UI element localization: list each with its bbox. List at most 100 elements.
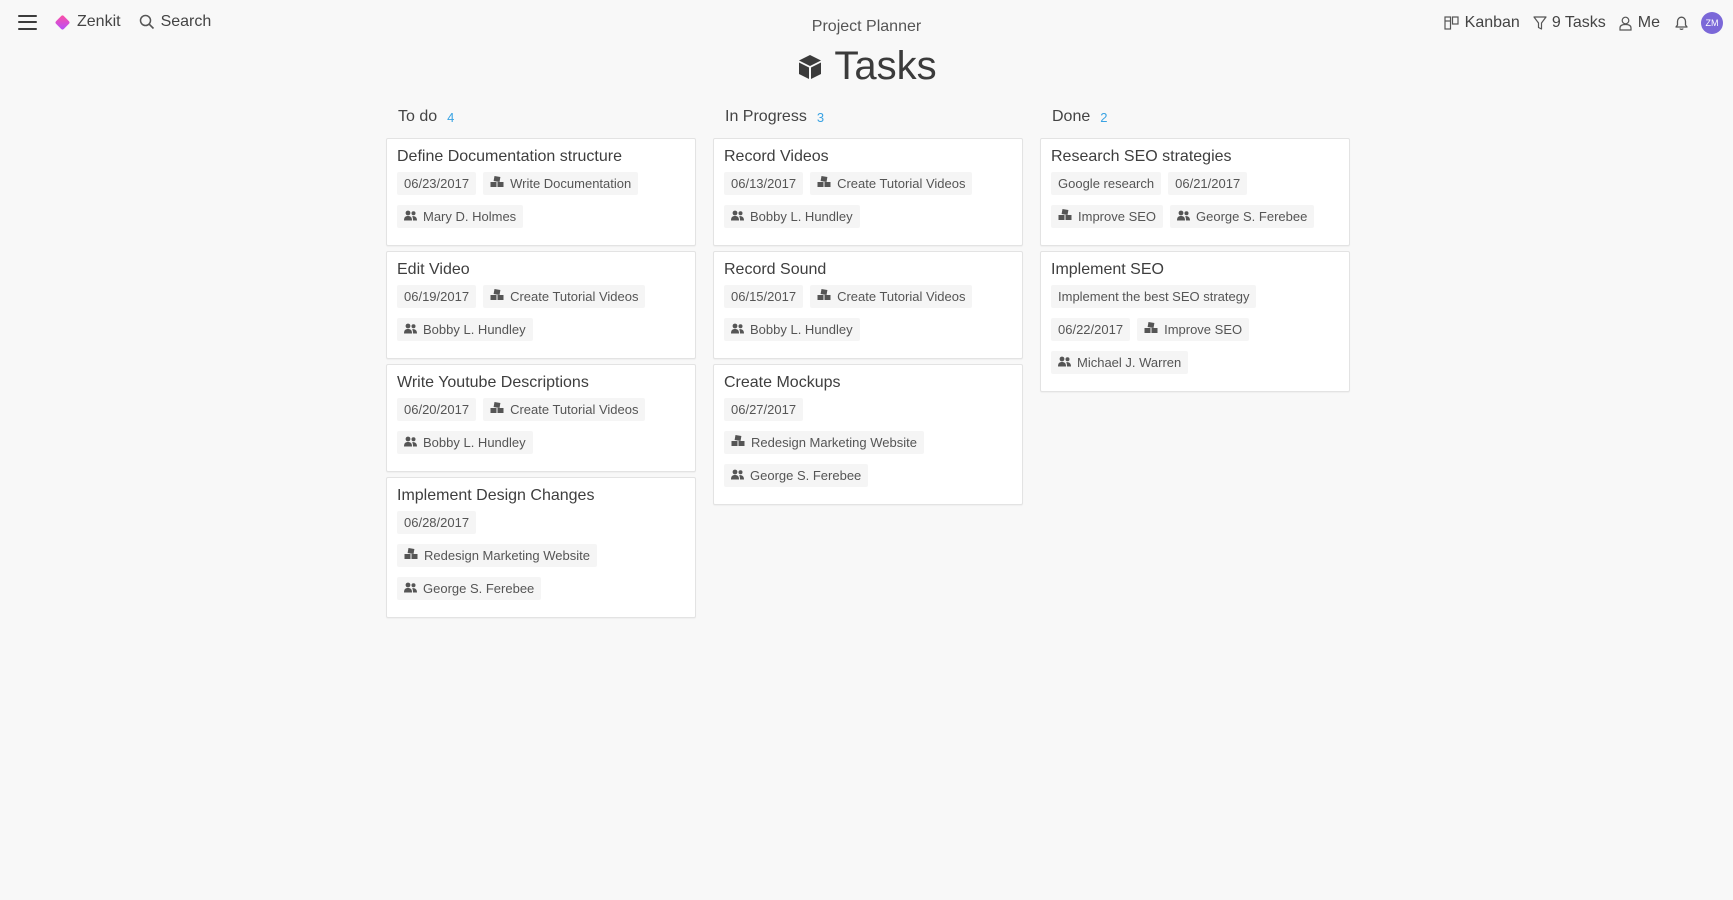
- top-bar-left: Zenkit Search: [18, 13, 211, 31]
- tag-row: 06/19/2017 Create Tutorial Videos: [397, 285, 685, 318]
- tag-text: 06/21/2017: [1175, 176, 1241, 191]
- kanban-column: To do 4 Define Documentation structure 06/2…: [386, 108, 696, 623]
- task-card[interactable]: Implement SEO Implement the best SEO stra…: [1040, 251, 1350, 392]
- task-card[interactable]: Record Sound 06/15/2017 Create Tutorial Vi…: [713, 251, 1023, 359]
- tag-row: Redesign Marketing Website: [397, 544, 685, 577]
- avatar[interactable]: ZM: [1701, 12, 1723, 34]
- column-count-badge: 3: [816, 110, 825, 125]
- tag-row: Bobby L. Hundley: [724, 205, 1012, 238]
- menu-icon[interactable]: [18, 14, 37, 30]
- tag-text: Bobby L. Hundley: [750, 322, 853, 337]
- project-icon: [1144, 322, 1158, 337]
- assignee-tag[interactable]: George S. Ferebee: [1170, 205, 1315, 228]
- tag-row: 06/28/2017: [397, 511, 685, 544]
- tag-text: 06/28/2017: [404, 515, 470, 530]
- tag-row: Bobby L. Hundley: [397, 318, 685, 351]
- page-title: Tasks: [834, 44, 937, 88]
- assignee-tag[interactable]: Mary D. Holmes: [397, 205, 524, 228]
- top-bar-right: Kanban 9 Tasks Me ZM: [1431, 12, 1723, 34]
- task-title: Define Documentation structure: [397, 148, 622, 165]
- field-tag[interactable]: 06/19/2017: [397, 285, 477, 308]
- field-tag[interactable]: 06/28/2017: [397, 511, 477, 534]
- task-card[interactable]: Record Videos 06/13/2017 Create Tutorial V…: [713, 138, 1023, 246]
- users-icon: [404, 436, 417, 450]
- project-tag[interactable]: Create Tutorial Videos: [810, 172, 973, 195]
- task-title: Create Mockups: [724, 374, 841, 391]
- app-name: Zenkit: [77, 13, 121, 30]
- assignee-tag[interactable]: Bobby L. Hundley: [397, 318, 533, 341]
- tag-row: 06/22/2017 Improve SEO: [1051, 318, 1339, 351]
- task-card[interactable]: Create Mockups 06/27/2017 Redesign Marketi…: [713, 364, 1023, 505]
- assignee-tag[interactable]: Bobby L. Hundley: [724, 318, 860, 341]
- field-tag[interactable]: 06/27/2017: [724, 398, 804, 421]
- kanban-column: Done 2 Research SEO strategies Google resea…: [1040, 108, 1350, 623]
- view-switcher-button[interactable]: Kanban: [1444, 14, 1520, 32]
- tag-text: George S. Ferebee: [423, 581, 535, 596]
- kanban-board: To do 4 Define Documentation structure 06/2…: [386, 108, 1350, 623]
- project-icon: [731, 435, 745, 450]
- me-button[interactable]: Me: [1619, 14, 1660, 32]
- tag-row: 06/20/2017 Create Tutorial Videos: [397, 398, 685, 431]
- assignee-tag[interactable]: George S. Ferebee: [724, 464, 869, 487]
- field-tag[interactable]: 06/21/2017: [1168, 172, 1248, 195]
- tag-text: Bobby L. Hundley: [423, 322, 526, 337]
- task-card[interactable]: Edit Video 06/19/2017 Create Tutorial Vide…: [386, 251, 696, 359]
- project-tag[interactable]: Create Tutorial Videos: [483, 285, 646, 308]
- tag-text: Improve SEO: [1078, 209, 1157, 224]
- task-card[interactable]: Write Youtube Descriptions 06/20/2017 Crea…: [386, 364, 696, 472]
- field-tag[interactable]: 06/20/2017: [397, 398, 477, 421]
- project-tag[interactable]: Create Tutorial Videos: [810, 285, 973, 308]
- field-tag[interactable]: 06/22/2017: [1051, 318, 1131, 341]
- assignee-tag[interactable]: Bobby L. Hundley: [724, 205, 860, 228]
- column-count-badge: 4: [447, 110, 455, 125]
- notification-bell-icon[interactable]: [1674, 15, 1689, 31]
- field-tag[interactable]: Google research: [1051, 172, 1162, 195]
- column-count-badge: 2: [1100, 110, 1108, 125]
- assignee-tag[interactable]: Michael J. Warren: [1051, 351, 1189, 374]
- field-tag[interactable]: Implement the best SEO strategy: [1051, 285, 1257, 308]
- search-label: Search: [160, 13, 212, 30]
- users-icon: [731, 210, 744, 224]
- app-logo[interactable]: Zenkit: [54, 13, 121, 31]
- task-title: Edit Video: [397, 261, 470, 278]
- search-button[interactable]: Search: [139, 13, 212, 31]
- assignee-tag[interactable]: Bobby L. Hundley: [397, 431, 533, 454]
- tag-text: George S. Ferebee: [1196, 209, 1308, 224]
- column-header[interactable]: Done 2: [1040, 108, 1350, 138]
- task-card[interactable]: Research SEO strategies Google research 06…: [1040, 138, 1350, 246]
- project-tag[interactable]: Redesign Marketing Website: [724, 431, 924, 454]
- task-card[interactable]: Define Documentation structure 06/23/2017…: [386, 138, 696, 246]
- tag-text: 06/15/2017: [731, 289, 797, 304]
- project-tag[interactable]: Redesign Marketing Website: [397, 544, 597, 567]
- task-title: Record Sound: [724, 261, 827, 278]
- task-card[interactable]: Implement Design Changes 06/28/2017 Redesi…: [386, 477, 696, 618]
- project-tag[interactable]: Write Documentation: [483, 172, 639, 195]
- tag-text: 06/22/2017: [1058, 322, 1124, 337]
- tag-row: Bobby L. Hundley: [724, 318, 1012, 351]
- tag-text: 06/27/2017: [731, 402, 797, 417]
- filter-button[interactable]: 9 Tasks: [1533, 14, 1606, 32]
- task-title: Implement Design Changes: [397, 487, 595, 504]
- tag-text: Implement the best SEO strategy: [1058, 289, 1250, 304]
- tag-text: Write Documentation: [510, 176, 632, 191]
- zenkit-logo-icon: [54, 14, 71, 30]
- tag-text: Mary D. Holmes: [423, 209, 517, 224]
- project-icon: [490, 289, 504, 304]
- project-tag[interactable]: Improve SEO: [1051, 205, 1164, 228]
- tag-row: 06/27/2017: [724, 398, 1012, 431]
- assignee-tag[interactable]: George S. Ferebee: [397, 577, 542, 600]
- tag-text: Create Tutorial Videos: [837, 176, 966, 191]
- tag-row: Redesign Marketing Website: [724, 431, 1012, 464]
- column-header[interactable]: To do 4: [386, 108, 696, 138]
- tag-text: George S. Ferebee: [750, 468, 862, 483]
- column-name: In Progress: [725, 108, 807, 125]
- column-header[interactable]: In Progress 3: [713, 108, 1023, 138]
- field-tag[interactable]: 06/23/2017: [397, 172, 477, 195]
- project-tag[interactable]: Improve SEO: [1137, 318, 1250, 341]
- field-tag[interactable]: 06/15/2017: [724, 285, 804, 308]
- tag-row: George S. Ferebee: [724, 464, 1012, 497]
- kanban-icon: [1444, 16, 1459, 30]
- field-tag[interactable]: 06/13/2017: [724, 172, 804, 195]
- project-tag[interactable]: Create Tutorial Videos: [483, 398, 646, 421]
- project-icon: [817, 289, 831, 304]
